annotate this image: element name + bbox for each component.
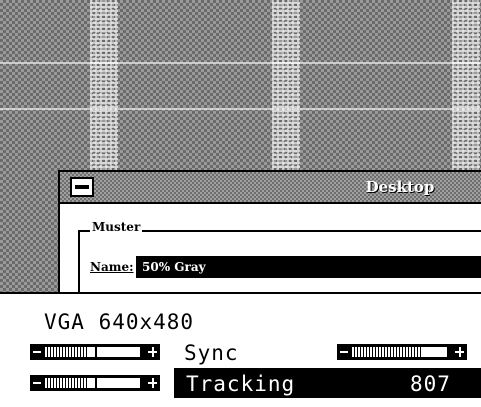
system-menu-icon[interactable] xyxy=(70,177,94,197)
scan-line xyxy=(0,108,481,110)
desktop-streak xyxy=(452,0,480,180)
minus-icon[interactable] xyxy=(33,351,41,353)
slider-marker xyxy=(95,344,97,360)
tracking-label: Tracking xyxy=(186,372,296,396)
sync-slider[interactable] xyxy=(337,344,467,360)
desktop-background: Desktop Muster Name: 50% Gray xyxy=(0,0,481,292)
scan-line xyxy=(0,62,481,64)
minus-icon[interactable] xyxy=(33,382,41,384)
name-field[interactable]: 50% Gray xyxy=(136,256,481,278)
desktop-streak xyxy=(272,0,300,180)
title-bar[interactable]: Desktop xyxy=(60,172,481,204)
sync-label: Sync xyxy=(184,341,239,365)
slider-marker xyxy=(95,375,97,391)
desktop-streak xyxy=(90,0,118,180)
display-mode: VGA 640x480 xyxy=(44,310,195,334)
desktop-dialog: Desktop Muster Name: 50% Gray xyxy=(58,170,481,292)
name-label: Name: xyxy=(90,260,134,274)
window-title: Desktop xyxy=(365,178,435,196)
minus-icon[interactable] xyxy=(340,351,348,353)
group-label: Muster xyxy=(90,220,143,234)
tracking-value: 807 xyxy=(410,372,451,396)
